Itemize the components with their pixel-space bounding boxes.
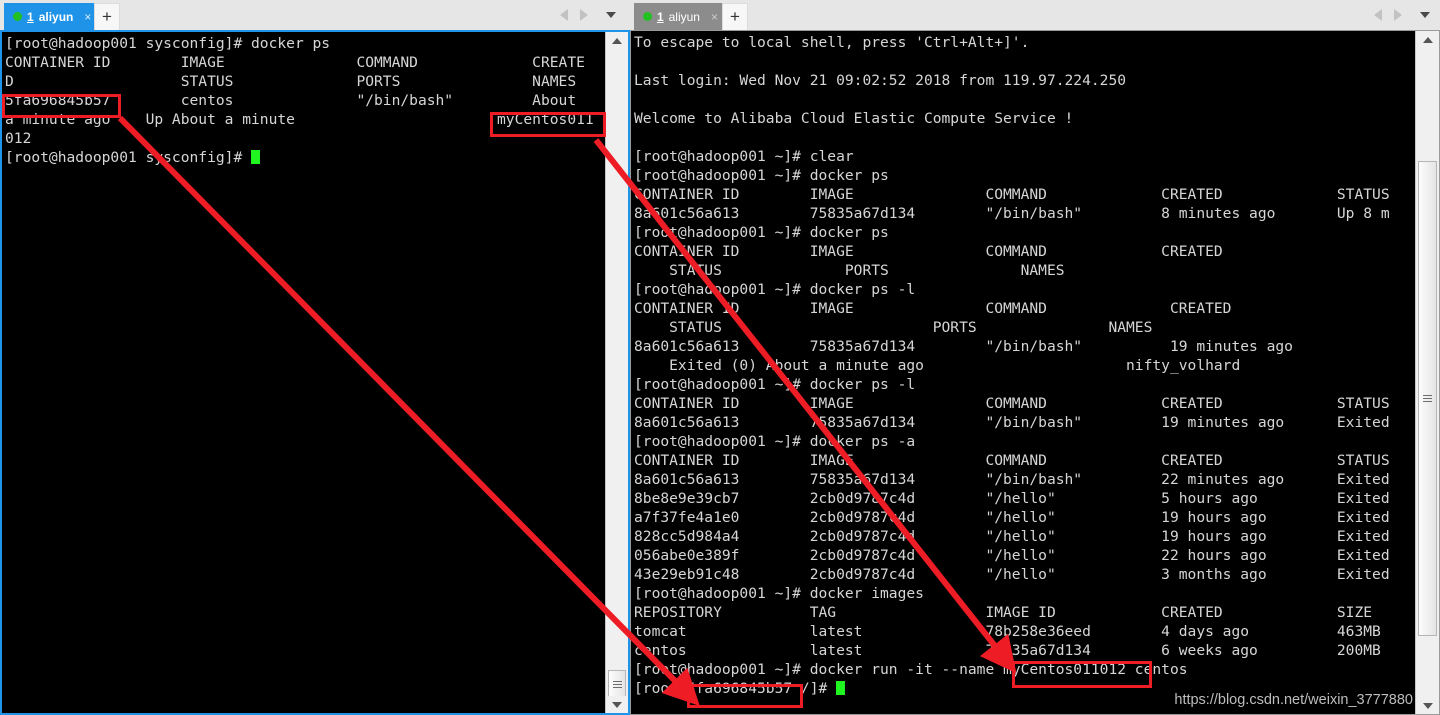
tab-next-icon[interactable] [580, 9, 588, 21]
terminal-line: [root@hadoop001 sysconfig]# [5, 148, 605, 167]
terminal-line: centos latest 75835a67d134 6 weeks ago 2… [634, 642, 1381, 659]
terminal-line: [root@hadoop001 sysconfig]# docker ps [5, 35, 331, 52]
terminal-body-left: [root@hadoop001 sysconfig]# docker ps CON… [0, 30, 630, 715]
scrollbar-right[interactable] [1415, 31, 1439, 714]
terminal-window-left: 1 aliyun × + [root@hadoop001 sysconfig]#… [0, 0, 630, 715]
terminal-line: tomcat latest 78b258e36eed 4 days ago 46… [634, 623, 1381, 640]
caret-down-icon [1422, 702, 1433, 709]
terminal-cursor [836, 681, 846, 695]
close-icon[interactable]: × [711, 10, 718, 24]
scroll-up-button-left[interactable] [606, 32, 628, 49]
terminal-line: 8a601c56a613 75835a67d134 "/bin/bash" 19… [634, 338, 1293, 355]
terminal-line: Exited (0) About a minute ago nifty_volh… [634, 357, 1241, 374]
tab-menu-chevron-down-icon[interactable] [1420, 12, 1430, 18]
terminal-line: Last login: Wed Nov 21 09:02:52 2018 fro… [634, 72, 1127, 89]
tab-number: 1 [27, 9, 34, 24]
grip-icon [1423, 394, 1432, 403]
terminal-line: 8a601c56a613 75835a67d134 "/bin/bash" 19… [634, 414, 1390, 431]
tabbar-left: 1 aliyun × + [0, 0, 630, 30]
terminal-line: [root@hadoop001 ~]# docker ps [634, 224, 889, 241]
terminal-line: STATUS PORTS NAMES [634, 262, 1065, 279]
new-tab-button[interactable]: + [94, 3, 120, 30]
tab-label: aliyun [668, 9, 700, 24]
terminal-line: [root@hadoop001 ~]# docker run -it --nam… [634, 661, 1188, 678]
terminal-line: Welcome to Alibaba Cloud Elastic Compute… [634, 110, 1074, 127]
terminal-line: [root@hadoop001 ~]# docker ps -a [634, 433, 916, 450]
terminal-line: CONTAINER ID IMAGE COMMAND CREATED [634, 243, 1223, 260]
caret-down-icon [612, 701, 622, 708]
tab-menu-chevron-down-icon[interactable] [606, 12, 616, 18]
tab-prev-icon[interactable] [1374, 9, 1382, 21]
terminal-output-right[interactable]: To escape to local shell, press 'Ctrl+Al… [631, 31, 1415, 714]
new-tab-button[interactable]: + [722, 3, 748, 30]
terminal-line: a7f37fe4a1e0 2cb0d9787c4d "/hello" 19 ho… [634, 509, 1390, 526]
terminal-line: 8a601c56a613 75835a67d134 "/bin/bash" 8 … [634, 205, 1390, 222]
tab-prev-icon[interactable] [560, 9, 568, 21]
terminal-line: [root@hadoop001 ~]# docker images [634, 585, 924, 602]
terminal-line: 8a601c56a613 75835a67d134 "/bin/bash" 22… [634, 471, 1390, 488]
close-icon[interactable]: × [84, 10, 91, 24]
terminal-cursor [251, 150, 261, 164]
terminal-line: CONTAINER ID IMAGE COMMAND CREATED STATU… [634, 452, 1390, 469]
terminal-line: [root@hadoop001 ~]# docker ps [634, 167, 889, 184]
tab-nav-group-right [1374, 0, 1430, 30]
terminal-line: CONTAINER ID IMAGE COMMAND CREATED STATU… [634, 395, 1390, 412]
terminal-line: 8be8e9e39cb7 2cb0d9787c4d "/hello" 5 hou… [634, 490, 1390, 507]
terminal-line: CONTAINER ID IMAGE COMMAND CREATED [634, 300, 1232, 317]
grip-icon [612, 681, 622, 689]
terminal-body-right: To escape to local shell, press 'Ctrl+Al… [630, 30, 1440, 715]
terminal-line: To escape to local shell, press 'Ctrl+Al… [634, 34, 1030, 51]
scrollbar-left[interactable] [605, 32, 628, 713]
status-dot-icon [13, 12, 22, 21]
tab-label: aliyun [38, 9, 74, 24]
tab-aliyun-left[interactable]: 1 aliyun × [4, 3, 100, 30]
terminal-line: a minute ago Up About a minute myCentos0… [5, 111, 594, 128]
terminal-line: 012 [5, 130, 32, 147]
terminal-line: 056abe0e389f 2cb0d9787c4d "/hello" 22 ho… [634, 547, 1390, 564]
terminal-window-right: 1 aliyun × + To escape to local shell, p… [630, 0, 1440, 715]
scrollbar-thumb-right[interactable] [1418, 161, 1437, 636]
caret-up-icon [612, 37, 622, 44]
terminal-line: 828cc5d984a4 2cb0d9787c4d "/hello" 19 ho… [634, 528, 1390, 545]
caret-up-icon [1422, 36, 1433, 43]
scroll-down-button-left[interactable] [606, 696, 628, 713]
terminal-line: [root@hadoop001 ~]# docker ps -l [634, 376, 916, 393]
terminal-line: 43e29eb91c48 2cb0d9787c4d "/hello" 3 mon… [634, 566, 1390, 583]
terminal-output-left[interactable]: [root@hadoop001 sysconfig]# docker ps CON… [2, 32, 605, 713]
screen: 1 aliyun × + [root@hadoop001 sysconfig]#… [0, 0, 1440, 715]
scroll-down-button-right[interactable] [1416, 697, 1439, 714]
terminal-line: STATUS PORTS NAMES [634, 319, 1153, 336]
terminal-line: 5fa696845b57 centos "/bin/bash" About [5, 92, 577, 109]
terminal-line: [root@hadoop001 ~]# clear [634, 148, 854, 165]
tab-aliyun-right[interactable]: 1 aliyun × [634, 3, 726, 30]
tab-nav-group-left [560, 0, 616, 30]
terminal-line: CONTAINER ID IMAGE COMMAND CREATE [5, 54, 585, 71]
tab-number: 1 [656, 9, 664, 24]
tabbar-right: 1 aliyun × + [630, 0, 1440, 30]
watermark-text: https://blog.csdn.net/weixin_3777880 [1174, 692, 1413, 708]
tab-next-icon[interactable] [1394, 9, 1402, 21]
status-dot-icon [643, 12, 652, 21]
terminal-line: [root@hadoop001 ~]# docker ps -l [634, 281, 916, 298]
scroll-up-button-right[interactable] [1416, 31, 1439, 48]
terminal-line: REPOSITORY TAG IMAGE ID CREATED SIZE [634, 604, 1373, 621]
terminal-line: D STATUS PORTS NAMES [5, 73, 577, 90]
terminal-line: CONTAINER ID IMAGE COMMAND CREATED STATU… [634, 186, 1390, 203]
